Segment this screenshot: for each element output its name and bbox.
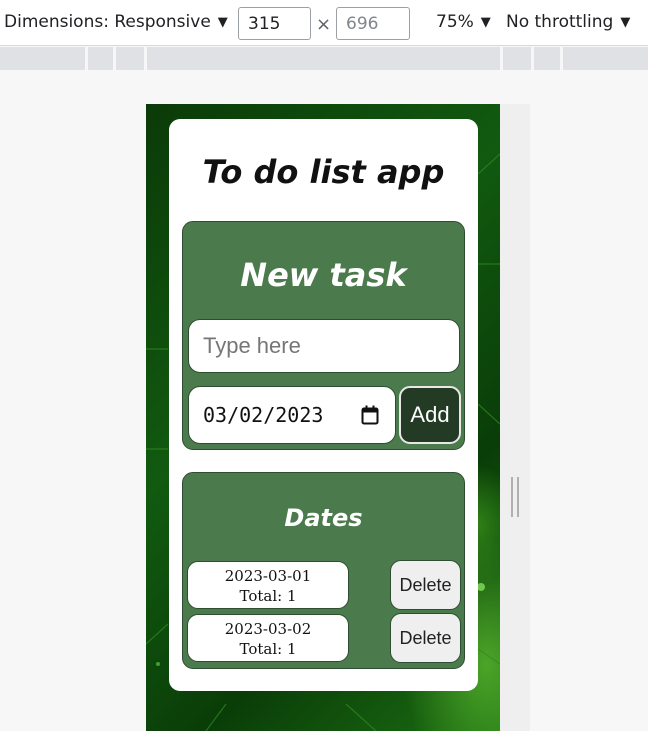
ruler-divider [500, 47, 503, 70]
date-value: 03/02/2023 [203, 403, 324, 427]
dimensions-label: Dimensions: Responsive [4, 12, 211, 32]
dates-heading: Dates [284, 504, 363, 532]
ruler-divider [560, 47, 563, 70]
task-input[interactable] [188, 319, 460, 373]
emulated-viewport: To do list app New task 03/02/2023 Add D… [146, 104, 500, 731]
ruler-divider [113, 47, 116, 70]
new-task-heading: New task [240, 256, 407, 294]
new-task-panel: New task 03/02/2023 Add [182, 221, 465, 450]
width-input[interactable]: 315 [238, 7, 311, 40]
dimensions-dropdown[interactable]: Dimensions: Responsive ▼ [4, 12, 228, 32]
date-item[interactable]: 2023-03-01 Total: 1 [187, 561, 349, 609]
height-input[interactable]: 696 [336, 7, 410, 40]
app-card: To do list app New task 03/02/2023 Add D… [169, 119, 478, 691]
chevron-down-icon: ▼ [217, 14, 228, 30]
dates-panel: Dates 2023-03-01 Total: 1 Delete 2023-03… [182, 472, 465, 669]
date-item-total: Total: 1 [239, 587, 297, 605]
viewport-side-area [500, 104, 530, 731]
resize-handle[interactable] [511, 477, 519, 517]
calendar-icon[interactable] [361, 405, 379, 425]
date-item[interactable]: 2023-03-02 Total: 1 [187, 614, 349, 662]
date-item-date: 2023-03-02 [224, 620, 312, 638]
chevron-down-icon: ▼ [480, 14, 491, 30]
date-input[interactable]: 03/02/2023 [188, 386, 396, 444]
ruler-divider [85, 47, 88, 70]
zoom-label: 75% [436, 12, 474, 32]
throttling-label: No throttling [506, 12, 614, 32]
zoom-dropdown[interactable]: 75% ▼ [436, 12, 491, 32]
throttling-dropdown[interactable]: No throttling ▼ [506, 12, 630, 32]
devtools-toolbar: Dimensions: Responsive ▼ 315 × 696 75% ▼… [0, 0, 648, 46]
delete-button[interactable]: Delete [390, 560, 461, 610]
times-icon: × [316, 14, 332, 35]
chevron-down-icon: ▼ [620, 14, 631, 30]
ruler-divider [531, 47, 534, 70]
ruler-divider [144, 47, 147, 70]
delete-button[interactable]: Delete [390, 613, 461, 663]
add-button[interactable]: Add [399, 386, 461, 444]
date-item-date: 2023-03-01 [224, 567, 312, 585]
date-item-total: Total: 1 [239, 640, 297, 658]
media-query-ruler[interactable] [0, 47, 648, 70]
app-title: To do list app [202, 153, 445, 191]
